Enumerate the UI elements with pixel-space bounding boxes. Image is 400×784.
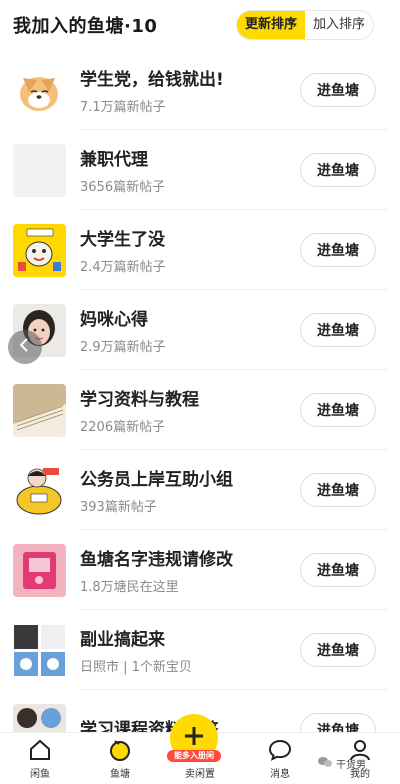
enter-pond-button[interactable]: 进鱼塘 [300, 153, 376, 187]
pond-avatar [13, 223, 66, 277]
home-icon [28, 737, 52, 763]
enter-pond-button[interactable]: 进鱼塘 [300, 633, 376, 667]
list-item[interactable]: 妈咪心得 2.9万篇新帖子 进鱼塘 [0, 290, 400, 370]
pond-avatar [13, 543, 66, 597]
pond-avatar [13, 463, 66, 517]
enter-pond-button[interactable]: 进鱼塘 [300, 473, 376, 507]
enter-pond-button[interactable]: 进鱼塘 [300, 393, 376, 427]
nav-sell-label: 卖闲置 [185, 769, 215, 780]
pond-icon [107, 737, 133, 763]
pond-avatar [13, 623, 66, 677]
sort-toggle: 更新排序 加入排序 [235, 10, 374, 40]
sort-by-join-button[interactable]: 加入排序 [305, 11, 373, 39]
list-item[interactable]: 学生党，给钱就出! 7.1万篇新帖子 进鱼塘 [0, 50, 400, 130]
enter-pond-button[interactable]: 进鱼塘 [300, 313, 376, 347]
list-item[interactable]: 公务员上岸互助小组 393篇新帖子 进鱼塘 [0, 450, 400, 530]
list-item[interactable]: 鱼塘名字违规请修改 1.8万塘民在这里 进鱼塘 [0, 530, 400, 610]
enter-pond-button[interactable]: 进鱼塘 [300, 233, 376, 267]
back-arrow-button[interactable] [8, 330, 42, 364]
nav-messages[interactable]: 消息 [250, 737, 310, 780]
wechat-icon [318, 756, 332, 771]
nav-home-label: 闲鱼 [30, 769, 50, 780]
watermark: 干货男 [318, 756, 366, 771]
nav-messages-label: 消息 [270, 769, 290, 780]
page-header: 我加入的鱼塘·10 更新排序 加入排序 [0, 0, 400, 50]
nav-pond-label: 鱼塘 [110, 769, 130, 780]
list-item[interactable]: 大学生了没 2.4万篇新帖子 进鱼塘 [0, 210, 400, 290]
sort-by-update-button[interactable]: 更新排序 [236, 11, 305, 39]
sell-promo-badge: 能多入册闲 [167, 750, 221, 762]
pond-avatar [13, 63, 66, 117]
plus-icon [182, 724, 206, 752]
chevron-left-icon [17, 337, 33, 357]
message-icon [268, 737, 292, 763]
nav-pond[interactable]: 鱼塘 [90, 737, 150, 780]
pond-list: 学生党，给钱就出! 7.1万篇新帖子 进鱼塘 兼职代理 3656篇新帖子 进鱼塘 [0, 50, 400, 770]
watermark-text: 干货男 [336, 760, 366, 771]
list-item[interactable]: 兼职代理 3656篇新帖子 进鱼塘 [0, 130, 400, 210]
nav-home[interactable]: 闲鱼 [10, 737, 70, 780]
list-item[interactable]: 副业搞起来 日照市 | 1个新宝贝 进鱼塘 [0, 610, 400, 690]
enter-pond-button[interactable]: 进鱼塘 [300, 73, 376, 107]
pond-avatar [13, 143, 66, 197]
pond-list-page: 我加入的鱼塘·10 更新排序 加入排序 学生党，给钱就出! 7.1万篇新帖子 进… [0, 0, 400, 784]
enter-pond-button[interactable]: 进鱼塘 [300, 553, 376, 587]
page-title: 我加入的鱼塘·10 [13, 16, 158, 37]
pond-avatar [13, 383, 66, 437]
list-item[interactable]: 学习资料与教程 2206篇新帖子 进鱼塘 [0, 370, 400, 450]
